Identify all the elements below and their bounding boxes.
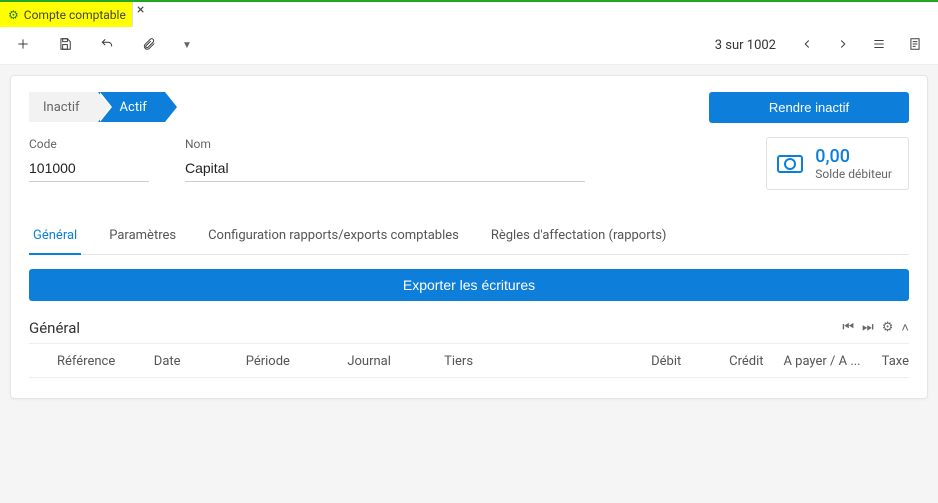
money-icon	[777, 155, 803, 173]
col-tiers[interactable]: Tiers	[444, 354, 589, 369]
undo-icon[interactable]	[98, 37, 116, 55]
tab-general[interactable]: Général	[29, 220, 81, 255]
col-journal[interactable]: Journal	[347, 354, 444, 369]
toolbar: ▼ 3 sur 1002	[0, 27, 938, 65]
fields-row: Code Nom 0,00 Solde débiteur	[29, 137, 909, 190]
balance-amount: 0,00	[815, 146, 892, 167]
next-icon[interactable]	[834, 37, 852, 55]
toolbar-right: 3 sur 1002	[715, 37, 924, 55]
col-apayer[interactable]: A payer / A ...	[764, 354, 861, 369]
code-label: Code	[29, 137, 149, 151]
attachment-icon[interactable]	[140, 37, 158, 55]
form-view-icon[interactable]	[906, 37, 924, 55]
balance-label: Solde débiteur	[815, 167, 892, 181]
col-credit[interactable]: Crédit	[681, 354, 763, 369]
balance-text: 0,00 Solde débiteur	[815, 146, 892, 181]
field-code: Code	[29, 137, 149, 182]
close-icon[interactable]: ×	[133, 2, 148, 18]
status-actif-label: Actif	[120, 100, 147, 115]
page-total: 1002	[747, 38, 776, 53]
card: Inactif Actif Rendre inactif Code Nom 0,…	[10, 75, 928, 399]
list-view-icon[interactable]	[870, 37, 888, 55]
status-inactif[interactable]: Inactif	[29, 92, 98, 122]
last-page-icon[interactable]: ⏭	[862, 320, 874, 336]
field-nom: Nom	[185, 137, 585, 182]
collapse-icon[interactable]: ˄	[901, 320, 909, 336]
exporter-ecritures-button[interactable]: Exporter les écritures	[29, 269, 909, 301]
first-page-icon[interactable]: ⏮	[842, 320, 854, 336]
tab-compte-comptable[interactable]: ⚙ Compte comptable	[0, 2, 133, 27]
tab-strip: ⚙ Compte comptable ×	[0, 0, 938, 27]
rendre-inactif-button[interactable]: Rendre inactif	[709, 92, 909, 123]
top-row: Inactif Actif Rendre inactif	[29, 92, 909, 123]
save-icon[interactable]	[56, 37, 74, 55]
col-date[interactable]: Date	[154, 354, 246, 369]
add-icon[interactable]	[14, 37, 32, 55]
gear-icon: ⚙	[8, 8, 19, 22]
tab-title: Compte comptable	[24, 8, 126, 22]
page-sep: sur	[725, 38, 743, 53]
section-header: Général ⏮ ⏭ ⚙ ˄	[29, 319, 909, 344]
balance-box: 0,00 Solde débiteur	[766, 137, 909, 190]
tabs-nav: Général Paramètres Configuration rapport…	[29, 220, 909, 255]
toolbar-left: ▼	[14, 37, 192, 55]
tab-regles[interactable]: Règles d'affectation (rapports)	[487, 220, 671, 255]
tab-configuration[interactable]: Configuration rapports/exports comptable…	[204, 220, 463, 255]
prev-icon[interactable]	[798, 37, 816, 55]
grid-header: Référence Date Période Journal Tiers Déb…	[29, 344, 909, 378]
nom-label: Nom	[185, 137, 585, 151]
col-debit[interactable]: Débit	[589, 354, 681, 369]
nom-input[interactable]	[185, 157, 585, 182]
section-title: Général	[29, 319, 80, 337]
chevron-down-icon[interactable]: ▼	[182, 40, 192, 51]
col-periode[interactable]: Période	[246, 354, 348, 369]
page-current: 3	[715, 38, 722, 53]
code-input[interactable]	[29, 157, 149, 182]
status-inactif-label: Inactif	[43, 100, 80, 115]
content: Inactif Actif Rendre inactif Code Nom 0,…	[0, 65, 938, 399]
status-breadcrumb: Inactif Actif	[29, 92, 165, 122]
col-taxe[interactable]: Taxe	[861, 354, 909, 369]
col-reference[interactable]: Référence	[57, 354, 154, 369]
page-indicator: 3 sur 1002	[715, 38, 776, 53]
tab-parametres[interactable]: Paramètres	[105, 220, 180, 255]
settings-icon[interactable]: ⚙	[882, 320, 894, 336]
section-tools: ⏮ ⏭ ⚙ ˄	[842, 320, 909, 336]
